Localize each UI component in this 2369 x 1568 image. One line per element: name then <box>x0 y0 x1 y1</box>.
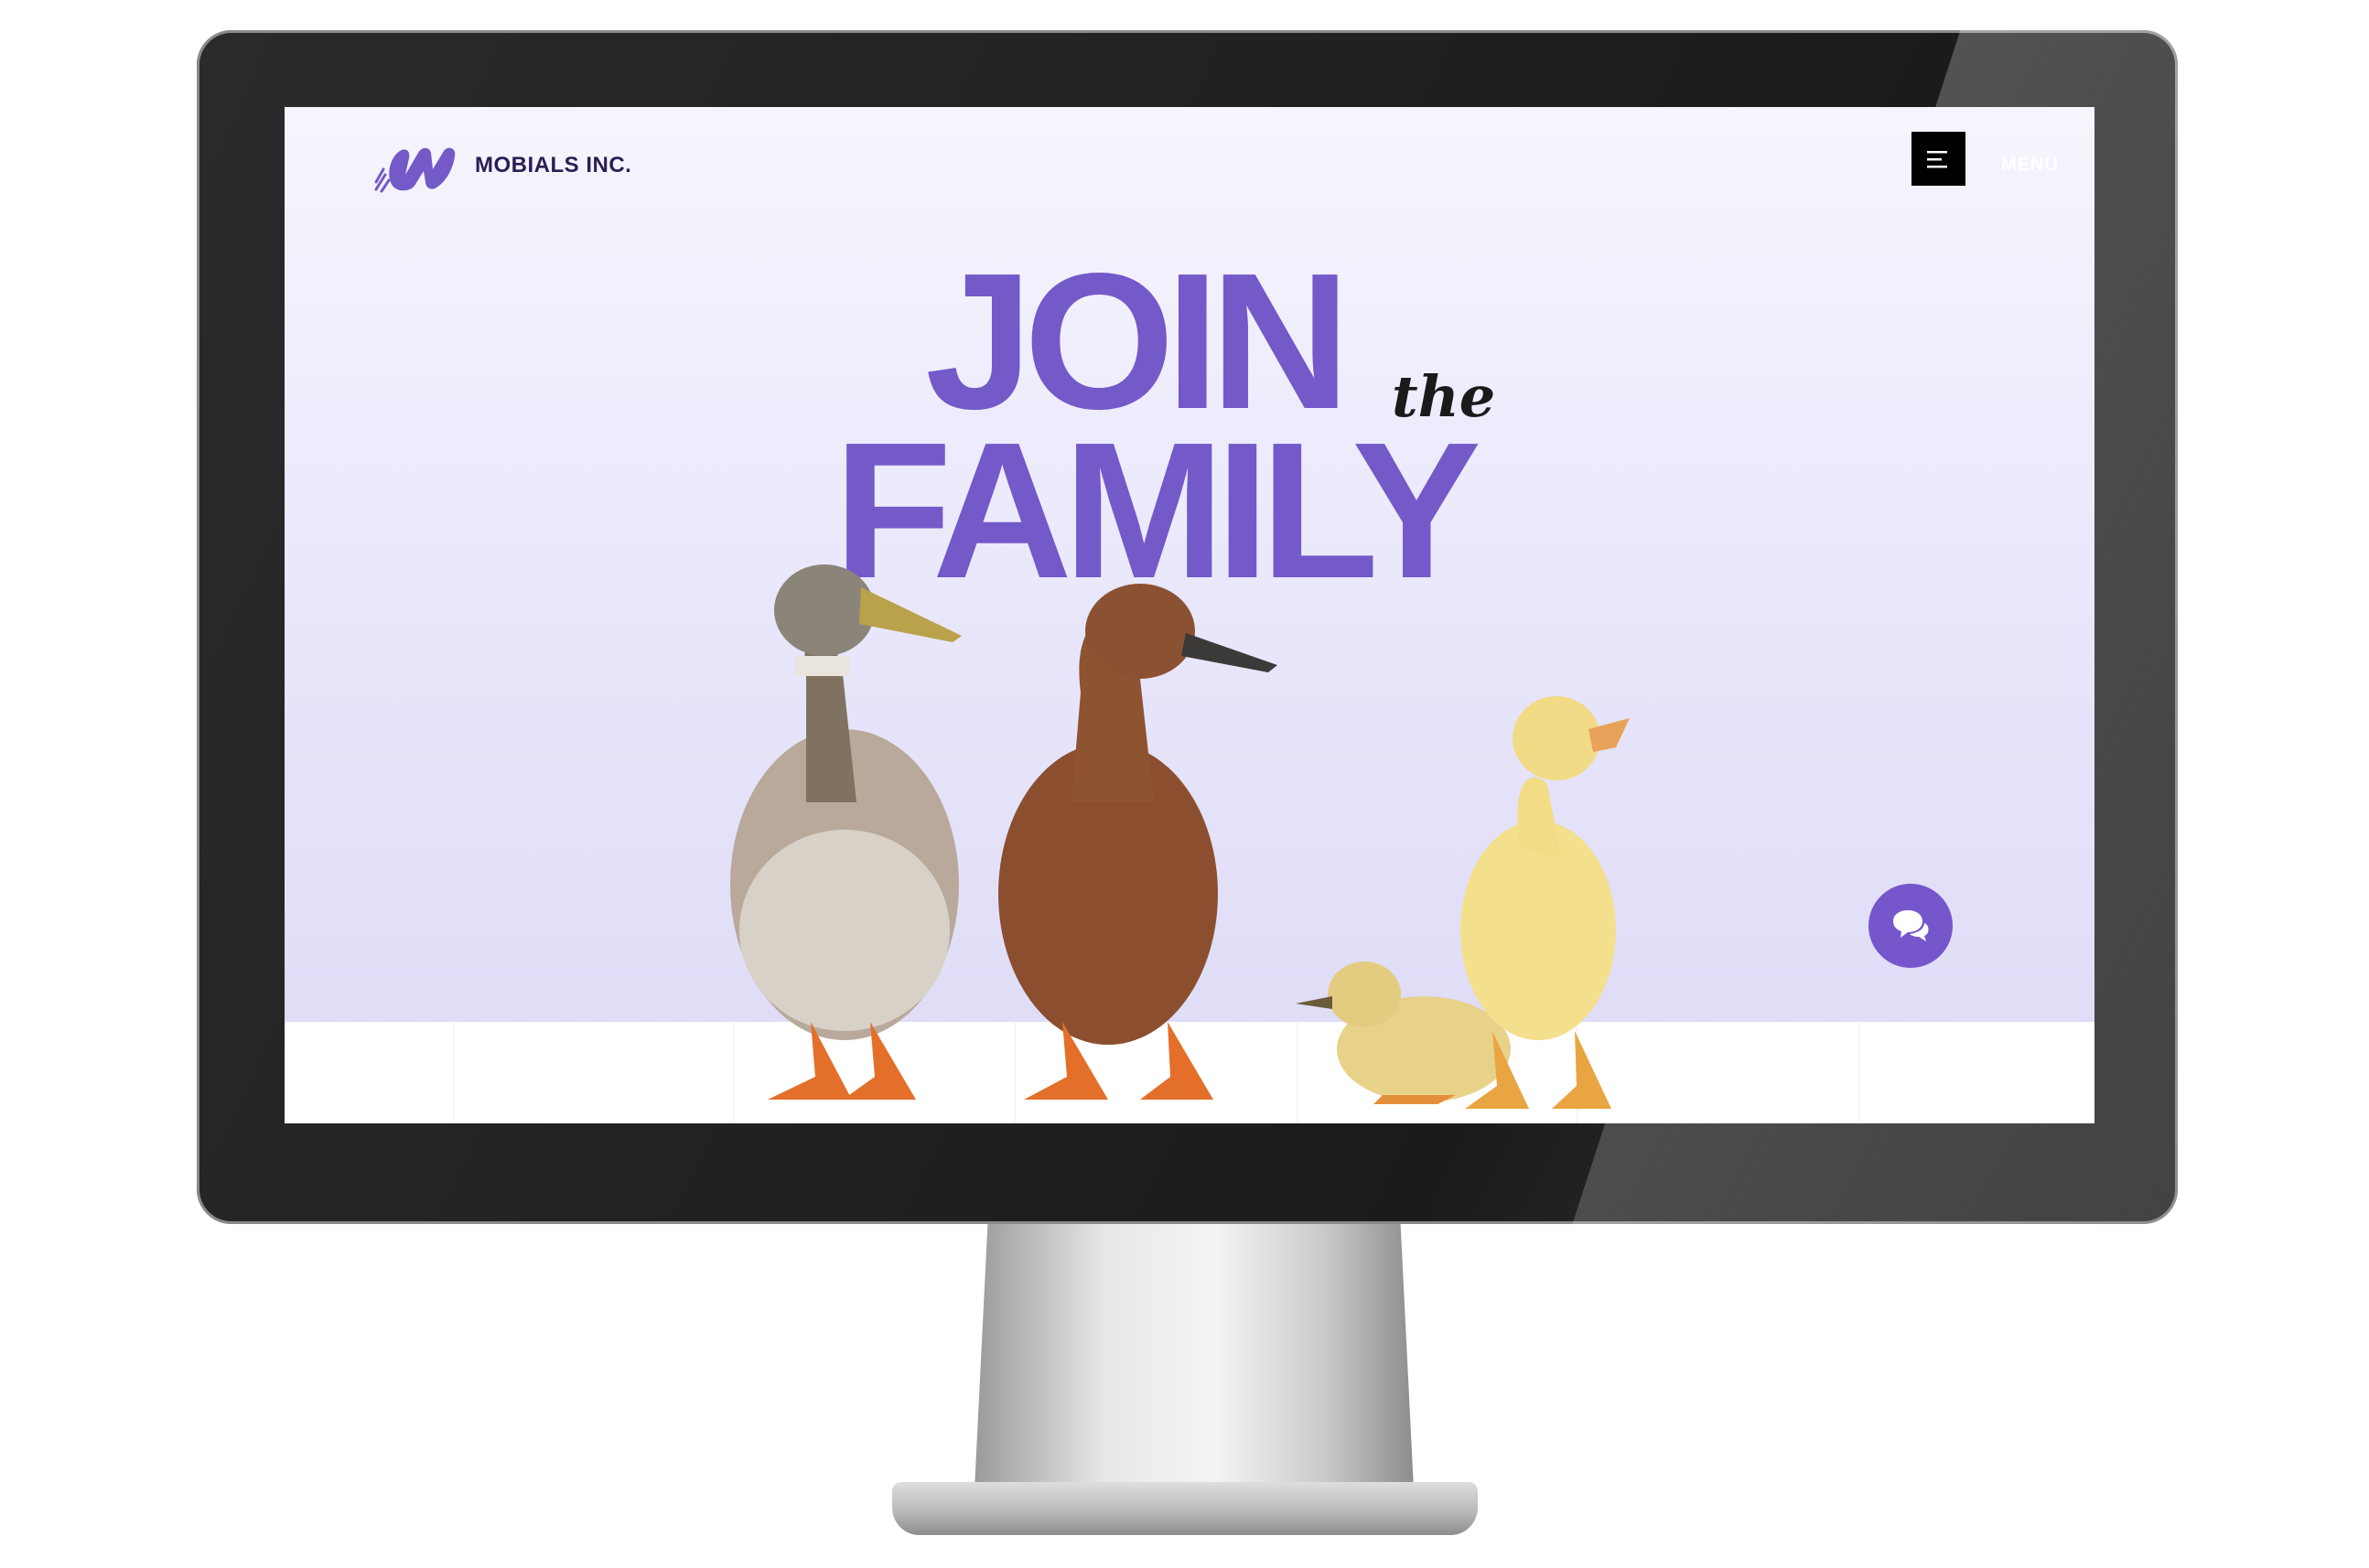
brown-duck <box>998 584 1277 1100</box>
chat-bubbles-icon <box>1893 910 1929 941</box>
monitor-stand-neck <box>975 1224 1414 1489</box>
duck-family-illustration <box>730 564 1630 1109</box>
website-screen: MOBIALS INC. MENU JOIN the FAMILY <box>285 107 2094 1123</box>
chat-button[interactable] <box>1868 884 1953 968</box>
mallard-duck <box>730 564 962 1100</box>
monitor-stand-base <box>892 1482 1478 1535</box>
